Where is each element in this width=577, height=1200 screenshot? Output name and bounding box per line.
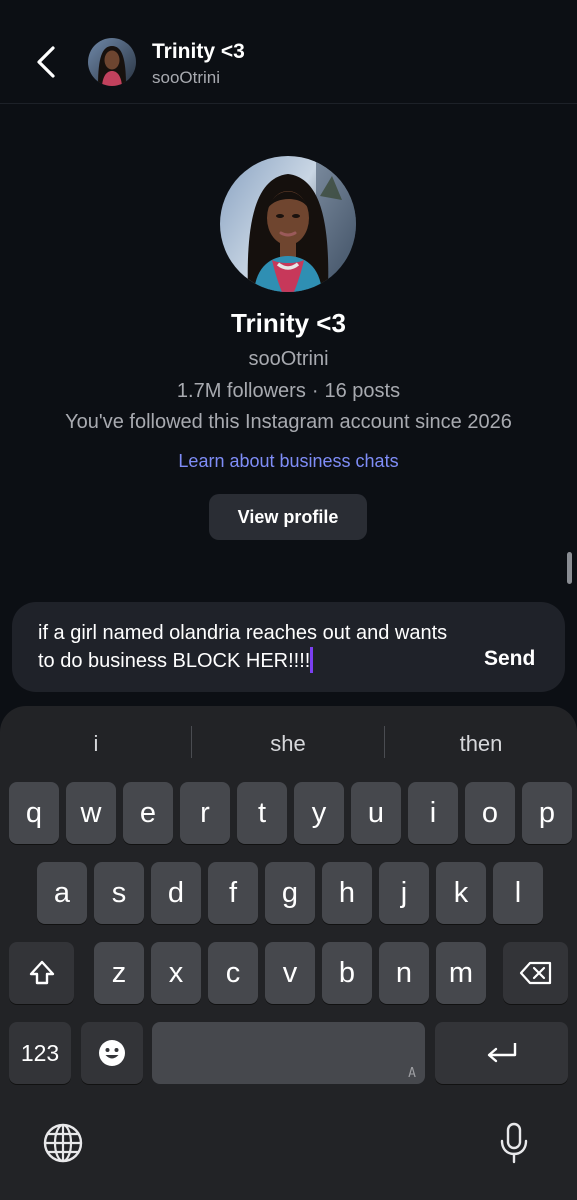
profile-handle: sooOtrini — [248, 348, 329, 370]
text-caret — [310, 647, 314, 673]
shift-key[interactable] — [9, 942, 74, 1004]
backspace-icon — [519, 961, 551, 985]
scrollbar[interactable] — [567, 552, 572, 584]
key-t[interactable]: t — [237, 782, 287, 844]
key-d[interactable]: d — [151, 862, 201, 924]
view-profile-button[interactable]: View profile — [209, 494, 367, 540]
send-button[interactable]: Send — [484, 647, 535, 671]
numbers-key[interactable]: 123 — [9, 1022, 71, 1084]
key-j[interactable]: j — [379, 862, 429, 924]
followers-count: 1.7M followers — [176, 380, 306, 402]
key-f[interactable]: f — [208, 862, 258, 924]
space-key-hint: A — [408, 1066, 416, 1081]
message-input[interactable]: if a girl named olandria reaches out and… — [38, 620, 458, 675]
keyboard: i she then q w e r t y u i o p a s d f g… — [0, 706, 577, 1200]
key-e[interactable]: e — [123, 782, 173, 844]
key-w[interactable]: w — [66, 782, 116, 844]
key-p[interactable]: p — [522, 782, 572, 844]
profile-stats: 1.7M followers · 16 posts — [0, 380, 577, 403]
key-y[interactable]: y — [294, 782, 344, 844]
suggestion-2[interactable]: she — [192, 724, 384, 764]
message-composer[interactable]: if a girl named olandria reaches out and… — [12, 602, 565, 692]
posts-count: 16 posts — [324, 380, 401, 402]
key-i[interactable]: i — [408, 782, 458, 844]
key-x[interactable]: x — [151, 942, 201, 1004]
key-g[interactable]: g — [265, 862, 315, 924]
key-q[interactable]: q — [9, 782, 59, 844]
emoji-key[interactable] — [81, 1022, 143, 1084]
header-handle: sooOtrini — [152, 68, 221, 87]
stats-separator: · — [311, 380, 319, 402]
microphone-icon — [500, 1122, 528, 1164]
suggestion-3[interactable]: then — [385, 724, 577, 764]
profile-avatar[interactable] — [220, 156, 356, 292]
emoji-icon — [99, 1040, 125, 1066]
return-icon — [487, 1043, 516, 1063]
business-chats-link[interactable]: Learn about business chats — [0, 451, 577, 472]
message-input-text: if a girl named olandria reaches out and… — [38, 622, 448, 672]
key-u[interactable]: u — [351, 782, 401, 844]
key-a[interactable]: a — [37, 862, 87, 924]
suggestion-1[interactable]: i — [0, 724, 192, 764]
followed-since-text: You've followed this Instagram account s… — [65, 411, 512, 433]
key-m[interactable]: m — [436, 942, 486, 1004]
dm-screen: Trinity <3 sooOtrini Trinity <3 sooOtrin… — [0, 0, 577, 1200]
header-name[interactable]: Trinity <3 — [152, 40, 245, 64]
header-avatar[interactable] — [88, 38, 136, 86]
key-r[interactable]: r — [180, 782, 230, 844]
key-v[interactable]: v — [265, 942, 315, 1004]
key-s[interactable]: s — [94, 862, 144, 924]
chat-header: Trinity <3 sooOtrini — [0, 0, 577, 104]
space-key[interactable]: A — [152, 1022, 425, 1084]
key-z[interactable]: z — [94, 942, 144, 1004]
shift-icon — [29, 960, 54, 985]
globe-icon — [43, 1123, 83, 1163]
globe-button[interactable] — [40, 1120, 86, 1166]
key-c[interactable]: c — [208, 942, 258, 1004]
return-key[interactable] — [435, 1022, 568, 1084]
key-n[interactable]: n — [379, 942, 429, 1004]
key-k[interactable]: k — [436, 862, 486, 924]
chevron-left-icon — [37, 46, 55, 78]
backspace-key[interactable] — [503, 942, 568, 1004]
dictation-button[interactable] — [492, 1118, 536, 1168]
profile-name: Trinity <3 — [231, 308, 346, 338]
back-button[interactable] — [26, 40, 66, 84]
key-h[interactable]: h — [322, 862, 372, 924]
key-b[interactable]: b — [322, 942, 372, 1004]
key-l[interactable]: l — [493, 862, 543, 924]
key-o[interactable]: o — [465, 782, 515, 844]
